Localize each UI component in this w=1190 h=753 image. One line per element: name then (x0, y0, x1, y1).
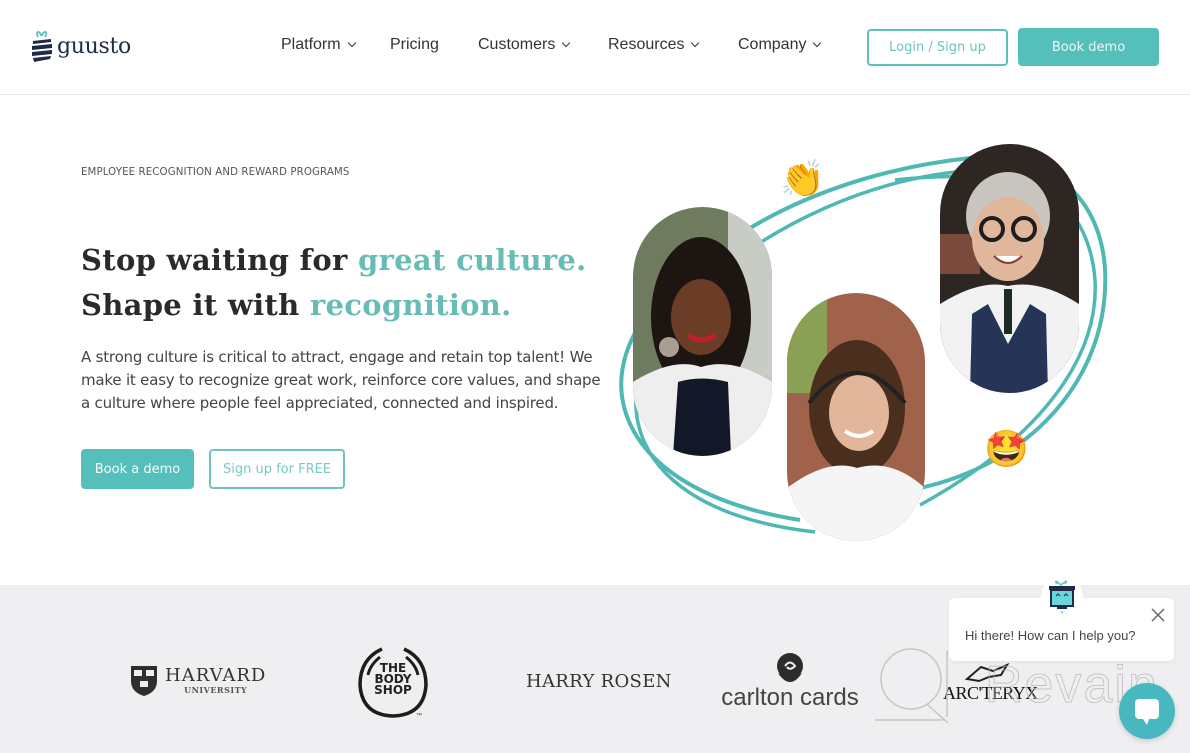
sign-up-free-button[interactable]: Sign up for FREE (209, 449, 345, 489)
nav-label: Company (738, 36, 807, 53)
site-header: guusto Platform Pricing Customers Resour… (0, 0, 1190, 95)
logo-body-shop: THE BODY SHOP ™ (356, 645, 430, 719)
nav-pricing[interactable]: Pricing (390, 36, 439, 54)
headline-plain: Shape it with (81, 288, 310, 322)
headline-line-1: Stop waiting for great culture. (81, 243, 587, 277)
nav-label: Pricing (390, 36, 439, 53)
harvard-sub: UNIVERSITY (184, 685, 248, 695)
chevron-down-icon (691, 38, 700, 48)
chevron-down-icon (813, 38, 822, 48)
login-signup-button[interactable]: Login / Sign up (867, 29, 1008, 66)
photo-support-agent (787, 293, 925, 541)
nav-label: Platform (281, 36, 341, 53)
nav-customers[interactable]: Customers (478, 36, 571, 54)
logo-harvard: HARVARD UNIVERSITY (130, 665, 266, 697)
nav-label: Customers (478, 36, 556, 53)
logo-carlton-cards: carlton cards (717, 653, 863, 711)
rose-icon (777, 653, 803, 682)
brand-logo[interactable]: guusto (30, 28, 131, 64)
hero-illustration: 👏 🤩 (600, 140, 1120, 550)
photo-barista (940, 144, 1079, 393)
clapping-hands-icon: 👏 (780, 159, 825, 200)
logo-harry-rosen: HARRY ROSEN (526, 671, 672, 692)
hero-description: A strong culture is critical to attract,… (81, 348, 601, 412)
carlton-name: carlton cards (721, 684, 859, 711)
nav-platform[interactable]: Platform (281, 36, 356, 54)
book-demo-button[interactable]: Book demo (1018, 28, 1159, 66)
star-struck-icon: 🤩 (984, 429, 1029, 470)
photo-doctor (633, 207, 772, 456)
arcteryx-name: ARC'TERYX (943, 683, 1038, 703)
headline-plain: Stop waiting for (81, 243, 358, 277)
logo-arcteryx: ARC'TERYX (943, 661, 1038, 704)
chevron-down-icon (347, 38, 356, 48)
chevron-down-icon (562, 38, 571, 48)
headline-accent: great culture. (358, 243, 587, 277)
brand-name: guusto (57, 33, 131, 59)
chat-bubble-icon (1135, 699, 1159, 725)
hero-eyebrow: EMPLOYEE RECOGNITION AND REWARD PROGRAMS (81, 165, 350, 178)
chat-launcher-button[interactable] (1119, 683, 1175, 739)
gift-stack-icon (30, 28, 54, 64)
bodyshop-line: SHOP (374, 683, 412, 697)
chat-greeting-text: Hi there! How can I help you? (965, 628, 1136, 643)
nav-resources[interactable]: Resources (608, 36, 700, 54)
hero-headline: Stop waiting for great culture. Shape it… (81, 238, 587, 328)
close-icon[interactable] (1150, 607, 1166, 623)
book-a-demo-button[interactable]: Book a demo (81, 449, 194, 489)
harvard-name: HARVARD (165, 665, 267, 686)
gift-bot-icon (1049, 580, 1075, 614)
harvard-shield-icon (131, 666, 157, 696)
nav-company[interactable]: Company (738, 36, 822, 54)
headline-accent: recognition. (309, 288, 512, 322)
chatbot-avatar (1041, 576, 1083, 618)
archaeopteryx-icon (964, 662, 1010, 683)
trademark: ™ (416, 713, 422, 719)
nav-label: Resources (608, 36, 685, 53)
headline-line-2: Shape it with recognition. (81, 288, 512, 322)
